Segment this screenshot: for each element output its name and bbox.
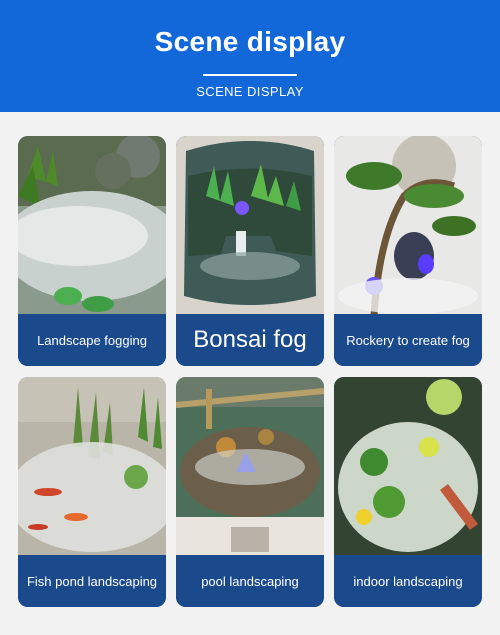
page-title: Scene display (154, 26, 346, 57)
scene-card-pool-landscaping[interactable]: pool landscaping (176, 377, 324, 607)
card-label: indoor landscaping (334, 555, 482, 607)
card-label: Bonsai fog (176, 314, 324, 366)
rockery-fog-photo (334, 136, 482, 316)
header-banner: Scene display SCENE DISPLAY (0, 0, 500, 112)
scene-card-fish-pond[interactable]: Fish pond landscaping (18, 377, 166, 607)
card-label: Rockery to create fog (334, 314, 482, 366)
landscape-fogging-photo (18, 136, 166, 316)
bonsai-fog-photo (176, 136, 324, 316)
card-label: pool landscaping (176, 555, 324, 607)
scene-card-rockery-fog[interactable]: Rockery to create fog (334, 136, 482, 366)
page-subtitle: SCENE DISPLAY (196, 84, 304, 99)
title-divider (203, 74, 297, 76)
scene-card-landscape-fogging[interactable]: Landscape fogging (18, 136, 166, 366)
scene-card-bonsai-fog[interactable]: Bonsai fog (176, 136, 324, 366)
scene-card-indoor-landscaping[interactable]: indoor landscaping (334, 377, 482, 607)
card-label: Landscape fogging (18, 314, 166, 366)
card-label: Fish pond landscaping (18, 555, 166, 607)
indoor-landscaping-photo (334, 377, 482, 557)
pool-landscaping-photo (176, 377, 324, 557)
fish-pond-photo (18, 377, 166, 557)
